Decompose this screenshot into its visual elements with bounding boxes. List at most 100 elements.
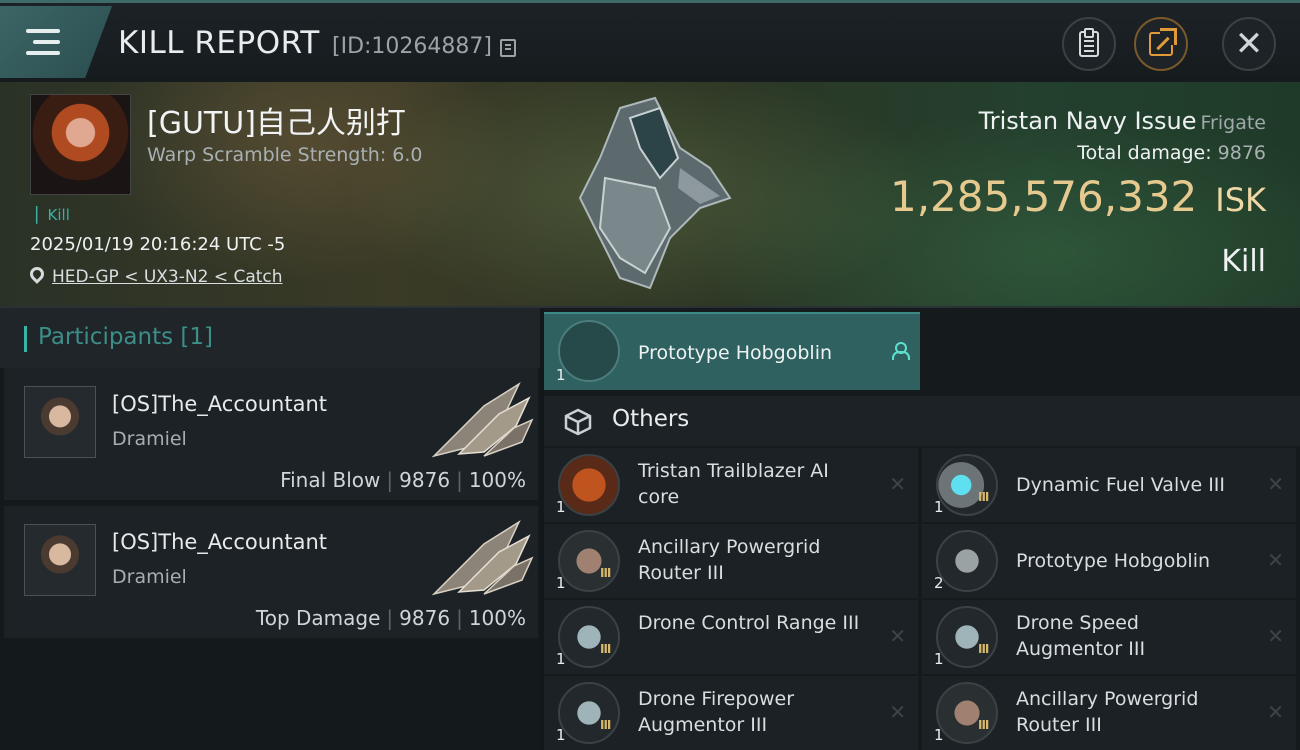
item-name: Prototype Hobgoblin (638, 342, 833, 364)
others-label: Others (612, 406, 690, 432)
ai-core-icon (558, 454, 620, 516)
item-cell[interactable]: 1 Tristan Trailblazer AI core ✕ (544, 448, 918, 522)
participant-ship-image[interactable] (424, 376, 534, 460)
item-quantity: 1 (556, 726, 566, 744)
destroyed-icon: ✕ (1267, 548, 1284, 572)
ship-class: Frigate (1200, 112, 1266, 134)
victim-name[interactable]: [GUTU]自己人别打 (147, 98, 406, 142)
destroyed-icon: ✕ (1267, 624, 1284, 648)
drone-firepower-icon (558, 682, 620, 744)
kill-tag-label: Kill (47, 206, 70, 224)
result-label: Kill (1221, 244, 1266, 279)
person-icon[interactable] (892, 342, 910, 360)
participant-ship: Dramiel (112, 566, 187, 588)
item-quantity: 1 (934, 726, 944, 744)
participant-name[interactable]: [OS]The_Accountant (112, 530, 327, 554)
participant-avatar[interactable] (24, 524, 96, 596)
others-header: Others (544, 396, 1300, 446)
drone-speed-icon (936, 606, 998, 668)
tier-badge: III (600, 718, 611, 732)
participant-role: Final Blow (280, 468, 381, 492)
item-quantity: 1 (556, 650, 566, 668)
participants-header: Participants [1] (0, 308, 540, 368)
share-button[interactable] (1134, 17, 1188, 71)
destroyed-icon: ✕ (889, 624, 906, 648)
tier-badge: III (600, 642, 611, 656)
item-cell[interactable]: 2 Prototype Hobgoblin ✕ (922, 524, 1296, 598)
participant-role: Top Damage (255, 606, 381, 630)
item-name: Prototype Hobgoblin (1016, 550, 1211, 572)
item-name: Dynamic Fuel Valve III (1016, 474, 1225, 496)
victim-banner: [GUTU]自己人别打 Warp Scramble Strength: 6.0 … (0, 82, 1300, 308)
destroyed-icon: ✕ (1267, 472, 1284, 496)
ship-name-text: Tristan Navy Issue (978, 107, 1197, 135)
report-id: [ID:10264887] (332, 34, 492, 59)
item-quantity: 1 (556, 498, 566, 516)
hamburger-icon (26, 29, 60, 55)
close-button[interactable]: ✕ (1222, 17, 1276, 71)
participant-stats: Top Damage | 9876 | 100% (255, 606, 526, 630)
item-quantity: 1 (556, 366, 566, 384)
page-title: KILL REPORT (118, 25, 320, 61)
drone-bay-item[interactable]: 1 Prototype Hobgoblin (544, 312, 920, 390)
item-quantity: 1 (556, 574, 566, 592)
tier-badge: III (600, 566, 611, 580)
participant-damage: 9876 (399, 606, 451, 630)
participants-panel: Participants [1] [OS]The_Accountant Dram… (0, 308, 540, 750)
item-cell[interactable]: III 1 Ancillary Powergrid Router III (544, 524, 918, 598)
clipboard-button[interactable] (1062, 17, 1116, 71)
share-icon (1149, 28, 1177, 56)
participants-title: Participants [1] (38, 324, 213, 350)
total-damage-label: Total damage: (1077, 142, 1212, 164)
drone-range-icon (558, 606, 620, 668)
tier-badge: III (978, 490, 989, 504)
title-bar: KILL REPORT [ID:10264887] ✕ (0, 0, 1300, 82)
item-cell[interactable]: III 1 Drone Firepower Augmentor III ✕ (544, 676, 918, 750)
total-damage: Total damage: 9876 (1077, 142, 1266, 164)
victim-ship-image[interactable] (560, 88, 740, 300)
item-cell[interactable]: III 1 Dynamic Fuel Valve III ✕ (922, 448, 1296, 522)
copy-icon[interactable] (500, 39, 516, 57)
victim-ship-name: Tristan Navy Issue Frigate (979, 107, 1266, 135)
participant-percent: 100% (468, 606, 526, 630)
items-panel: 1 Prototype Hobgoblin Others 1 Tristan T… (544, 308, 1300, 750)
item-name: Ancillary Powergrid Router III (1016, 688, 1199, 736)
participant-row[interactable]: [OS]The_Accountant Dramiel Final Blow | 9… (4, 368, 538, 502)
participant-name[interactable]: [OS]The_Accountant (112, 392, 327, 416)
item-quantity: 1 (934, 498, 944, 516)
clipboard-icon (1079, 28, 1099, 57)
participant-percent: 100% (468, 468, 526, 492)
item-name: Drone Control Range III (638, 612, 860, 634)
fuel-valve-icon (936, 454, 998, 516)
isk-amount: 1,285,576,332 (889, 172, 1198, 221)
hobgoblin-drone-icon (936, 530, 998, 592)
item-quantity: 2 (934, 574, 944, 592)
item-name: Ancillary Powergrid Router III (638, 536, 821, 584)
item-cell[interactable]: III 1 Ancillary Powergrid Router III ✕ (922, 676, 1296, 750)
item-cell[interactable]: III 1 Drone Control Range III ✕ (544, 600, 918, 674)
participant-damage: 9876 (399, 468, 451, 492)
isk-unit: ISK (1215, 181, 1266, 219)
participant-ship-image[interactable] (424, 514, 534, 598)
item-name: Drone Speed Augmentor III (1016, 612, 1146, 660)
participant-avatar[interactable] (24, 386, 96, 458)
menu-button[interactable] (0, 6, 112, 78)
warp-strength: Warp Scramble Strength: 6.0 (147, 144, 423, 166)
location-link[interactable]: HED-GP < UX3-N2 < Catch (52, 267, 283, 287)
item-name: Drone Firepower Augmentor III (638, 688, 795, 736)
participant-stats: Final Blow | 9876 | 100% (280, 468, 526, 492)
cube-icon (564, 408, 592, 436)
accent-bar (24, 326, 27, 352)
hobgoblin-drone-icon (558, 320, 620, 382)
powergrid-router-icon (558, 530, 620, 592)
powergrid-router-icon (936, 682, 998, 744)
kill-datetime: 2025/01/19 20:16:24 UTC -5 (30, 234, 286, 255)
tier-badge: III (978, 642, 989, 656)
victim-avatar[interactable] (30, 94, 131, 195)
close-icon: ✕ (1234, 24, 1264, 64)
kill-tag: ▏Kill (36, 206, 70, 224)
destroyed-icon: ✕ (889, 472, 906, 496)
isk-value: 1,285,576,332 ISK (890, 172, 1266, 221)
item-cell[interactable]: III 1 Drone Speed Augmentor III ✕ (922, 600, 1296, 674)
participant-row[interactable]: [OS]The_Accountant Dramiel Top Damage | 9… (4, 506, 538, 640)
